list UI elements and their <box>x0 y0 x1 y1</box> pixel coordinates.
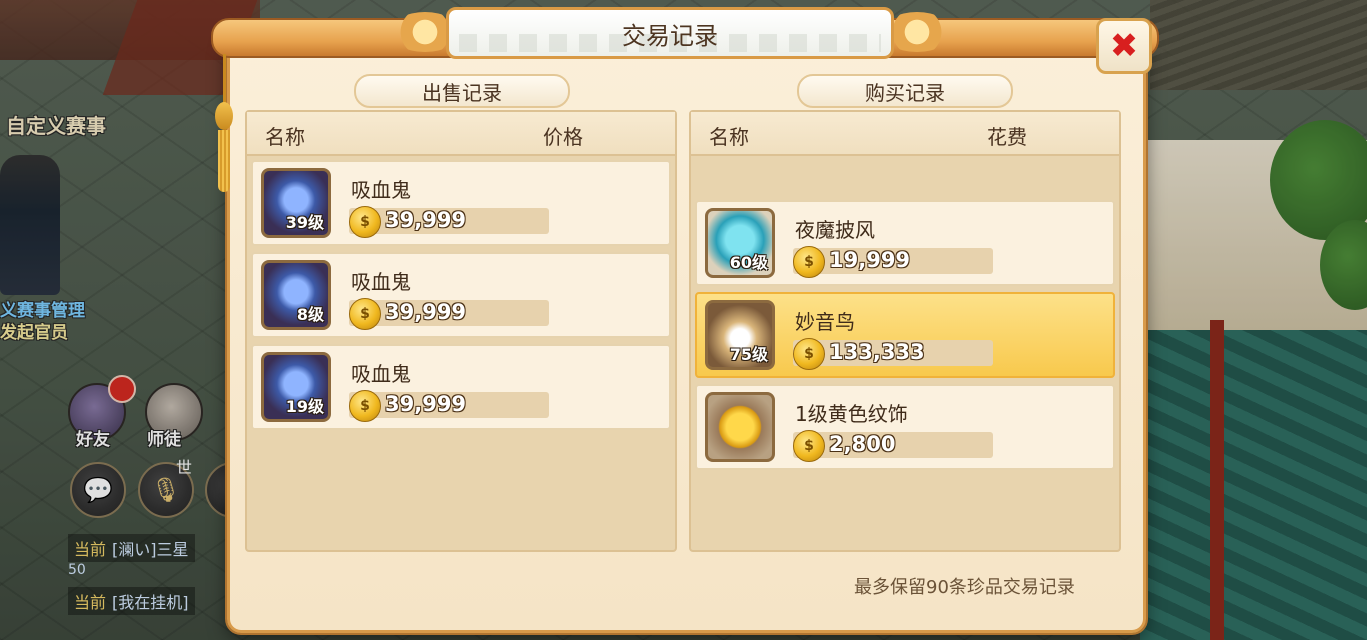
sell-record-row[interactable]: 8级 吸血鬼 $ 39,999 <box>251 252 671 338</box>
vampire-icon: 8级 <box>261 260 331 330</box>
level-badge: 8级 <box>296 305 324 324</box>
cloak-icon: 60级 <box>705 208 775 278</box>
record-limit-note: 最多保留90条珍品交易记录 <box>854 577 1075 598</box>
level-badge: 19级 <box>285 397 324 416</box>
buy-record-row[interactable]: 60级 夜魔披风 $ 19,999 <box>695 200 1115 286</box>
buy-record-list[interactable]: 名称 花费 60级 夜魔披风 $ 19,999 75级 妙音鸟 $ 133,33… <box>689 110 1121 552</box>
item-name: 夜魔披风 <box>795 218 875 242</box>
item-name: 妙音鸟 <box>795 310 855 334</box>
sell-record-header: 出售记录 <box>354 74 570 108</box>
price-bar: $ 39,999 <box>349 206 549 238</box>
sell-record-row[interactable]: 39级 吸血鬼 $ 39,999 <box>251 160 671 246</box>
gold-coin-icon: $ <box>793 246 825 278</box>
sell-record-list[interactable]: 名称 价格 39级 吸血鬼 $ 39,999 8级 吸血鬼 $ 39,999 1… <box>245 110 677 552</box>
tassel-cord <box>223 54 226 104</box>
price-bar: $ 19,999 <box>793 246 993 278</box>
buy-column-header: 名称 花费 <box>691 112 1119 156</box>
column-name: 名称 <box>709 125 749 149</box>
buy-record-row-selected[interactable]: 75级 妙音鸟 $ 133,333 <box>695 292 1115 378</box>
price-bar: $ 39,999 <box>349 390 549 422</box>
price-bar: $ 133,333 <box>793 338 993 370</box>
vampire-icon: 39级 <box>261 168 331 238</box>
tassel-ornament <box>213 54 235 194</box>
column-cost: 花费 <box>987 125 1027 149</box>
dialog-title-plate: 交易记录 <box>446 7 894 59</box>
column-name: 名称 <box>265 125 305 149</box>
bird-pet-icon: 75级 <box>705 300 775 370</box>
price-value: 39,999 <box>385 392 467 416</box>
dialog-title: 交易记录 <box>622 21 718 50</box>
level-badge: 39级 <box>285 213 324 232</box>
gold-coin-icon: $ <box>793 338 825 370</box>
price-value: 39,999 <box>385 208 467 232</box>
price-bar: $ 2,800 <box>793 430 993 462</box>
level-badge: 75级 <box>729 345 768 364</box>
item-name: 吸血鬼 <box>351 270 411 294</box>
price-value: 39,999 <box>385 300 467 324</box>
vampire-icon: 19级 <box>261 352 331 422</box>
tassel-fringe <box>218 130 230 192</box>
close-icon: ✖ <box>1109 26 1139 66</box>
item-name: 吸血鬼 <box>351 362 411 386</box>
level-badge: 60级 <box>729 253 768 272</box>
buy-record-header: 购买记录 <box>797 74 1013 108</box>
gold-coin-icon: $ <box>349 298 381 330</box>
close-button[interactable]: ✖ <box>1096 18 1152 74</box>
item-name: 1级黄色纹饰 <box>795 402 908 426</box>
sell-column-header: 名称 价格 <box>247 112 675 156</box>
gold-coin-icon: $ <box>793 430 825 462</box>
tassel-knot <box>215 102 233 130</box>
buy-record-row[interactable]: 1级黄色纹饰 $ 2,800 <box>695 384 1115 470</box>
gold-coin-icon: $ <box>349 206 381 238</box>
item-name: 吸血鬼 <box>351 178 411 202</box>
price-value: 133,333 <box>829 340 925 364</box>
price-value: 19,999 <box>829 248 911 272</box>
gold-coin-icon: $ <box>349 390 381 422</box>
sell-record-row[interactable]: 19级 吸血鬼 $ 39,999 <box>251 344 671 430</box>
gold-ornament-icon <box>705 392 775 462</box>
price-bar: $ 39,999 <box>349 298 549 330</box>
price-value: 2,800 <box>829 432 896 456</box>
column-price: 价格 <box>543 125 583 149</box>
